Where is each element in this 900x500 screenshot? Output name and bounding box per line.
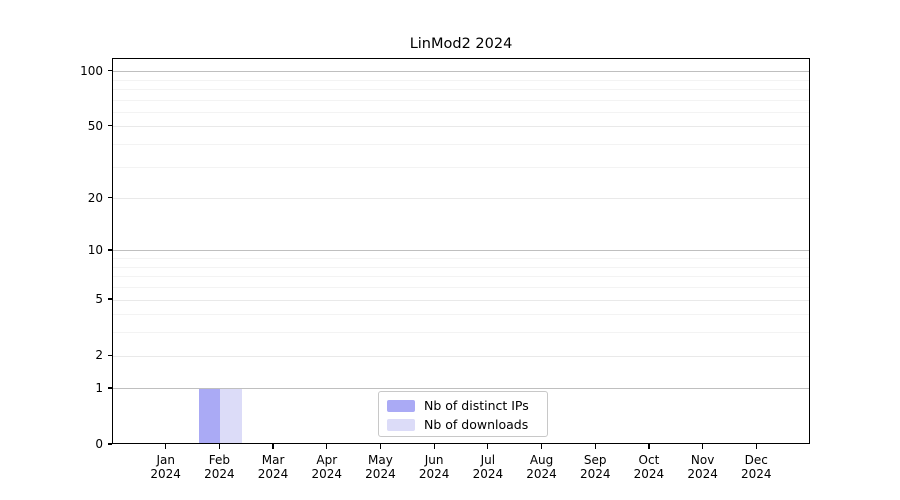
gridline-y-5 bbox=[113, 299, 809, 301]
x-tick-year: 2024 bbox=[365, 467, 396, 481]
y-tick-label-5: 5 bbox=[95, 292, 103, 307]
gridline-y-80 bbox=[113, 88, 809, 90]
x-tick-month: Nov bbox=[690, 453, 715, 467]
gridline-y-60 bbox=[113, 111, 809, 113]
plot-area bbox=[112, 58, 810, 444]
x-tick-month: Aug bbox=[529, 453, 554, 467]
x-tick-label-1: Feb 2024 bbox=[189, 453, 249, 481]
y-tick-mark-100 bbox=[107, 69, 112, 72]
x-tick-label-7: Aug 2024 bbox=[512, 453, 572, 481]
x-tick-month: Jun bbox=[424, 453, 444, 467]
gridline-y-4 bbox=[113, 314, 809, 316]
x-tick-year: 2024 bbox=[526, 467, 557, 481]
x-tick-month: Jul bbox=[480, 453, 496, 467]
gridline-y-30 bbox=[113, 166, 809, 168]
gridline-y-100 bbox=[113, 71, 809, 73]
legend-label-downloads: Nb of downloads bbox=[424, 417, 529, 432]
bar-downloads-1 bbox=[220, 388, 242, 443]
x-tick-year: 2024 bbox=[741, 467, 772, 481]
x-tick-mark-7 bbox=[540, 444, 543, 449]
y-tick-label-0: 0 bbox=[95, 437, 103, 451]
y-tick-mark-1 bbox=[107, 387, 112, 389]
gridline-y-9 bbox=[113, 258, 809, 260]
x-tick-label-9: Oct 2024 bbox=[619, 453, 679, 481]
x-tick-month: Apr bbox=[316, 453, 338, 467]
x-tick-year: 2024 bbox=[150, 467, 181, 481]
x-tick-mark-8 bbox=[594, 444, 596, 449]
y-tick-label-1: 1 bbox=[95, 380, 103, 395]
legend-item-distinct-ips: Nb of distinct IPs bbox=[387, 396, 539, 415]
y-tick-mark-50 bbox=[107, 125, 112, 127]
x-tick-label-10: Nov 2024 bbox=[673, 453, 733, 481]
x-tick-mark-1 bbox=[218, 444, 220, 449]
legend-label-distinct-ips: Nb of distinct IPs bbox=[424, 398, 529, 413]
x-tick-mark-0 bbox=[165, 444, 167, 449]
x-tick-label-0: Jan 2024 bbox=[136, 453, 196, 481]
x-tick-month: Oct bbox=[638, 453, 660, 467]
x-tick-mark-9 bbox=[648, 444, 650, 449]
y-tick-label-100: 100 bbox=[80, 63, 103, 78]
bar-distinct-ips-1 bbox=[198, 388, 221, 443]
y-tick-mark-2 bbox=[107, 354, 112, 356]
x-tick-mark-4 bbox=[379, 444, 382, 449]
x-tick-mark-10 bbox=[702, 444, 704, 449]
figure: LinMod2 2024 0 1 2 5 10 20 50 100 Jan 2024 Feb 2024… bbox=[0, 0, 900, 500]
x-tick-year: 2024 bbox=[418, 467, 450, 481]
x-tick-label-3: Apr 2024 bbox=[297, 453, 357, 481]
x-tick-label-2: Mar 2024 bbox=[243, 453, 303, 481]
legend-item-downloads: Nb of downloads bbox=[387, 415, 539, 434]
x-tick-mark-3 bbox=[326, 444, 328, 449]
x-tick-year: 2024 bbox=[311, 467, 343, 481]
x-tick-year: 2024 bbox=[687, 467, 718, 481]
gridline-y-6 bbox=[113, 287, 809, 289]
gridline-y-50 bbox=[113, 126, 809, 128]
x-tick-label-6: Jul 2024 bbox=[458, 453, 518, 481]
gridline-y-10 bbox=[113, 250, 809, 252]
y-tick-mark-0 bbox=[107, 443, 112, 445]
x-tick-month: Dec bbox=[744, 453, 768, 467]
y-tick-mark-5 bbox=[107, 298, 112, 300]
x-tick-month: May bbox=[368, 453, 393, 467]
y-tick-label-2: 2 bbox=[95, 348, 103, 363]
gridline-y-3 bbox=[113, 332, 809, 334]
gridline-y-8 bbox=[113, 266, 809, 268]
x-tick-year: 2024 bbox=[204, 467, 235, 481]
x-tick-mark-11 bbox=[755, 444, 757, 449]
x-tick-label-5: Jun 2024 bbox=[404, 453, 464, 481]
x-tick-mark-5 bbox=[433, 444, 435, 449]
x-tick-year: 2024 bbox=[579, 467, 611, 481]
legend: Nb of distinct IPs Nb of downloads bbox=[378, 391, 548, 437]
x-tick-month: Jan bbox=[156, 453, 175, 467]
gridline-y-7 bbox=[113, 276, 809, 278]
y-tick-label-10: 10 bbox=[87, 242, 103, 257]
legend-swatch-downloads-icon bbox=[387, 418, 415, 431]
y-tick-mark-10 bbox=[107, 249, 112, 251]
x-tick-month: Feb bbox=[208, 453, 230, 467]
y-tick-label-20: 20 bbox=[87, 190, 103, 205]
gridline-y-70 bbox=[113, 99, 809, 101]
x-tick-label-11: Dec 2024 bbox=[726, 453, 786, 481]
x-tick-month: Sep bbox=[583, 453, 607, 467]
x-tick-year: 2024 bbox=[472, 467, 504, 481]
x-tick-mark-6 bbox=[487, 444, 489, 449]
legend-swatch-distinct-ips-icon bbox=[387, 399, 415, 412]
x-tick-label-4: May 2024 bbox=[350, 453, 410, 481]
gridline-y-90 bbox=[113, 79, 809, 81]
x-tick-mark-2 bbox=[272, 444, 274, 449]
x-tick-year: 2024 bbox=[257, 467, 289, 481]
y-tick-mark-20 bbox=[107, 197, 112, 199]
x-tick-year: 2024 bbox=[633, 467, 665, 481]
x-tick-label-8: Sep 2024 bbox=[565, 453, 625, 481]
gridline-y-40 bbox=[113, 144, 809, 146]
gridline-y-20 bbox=[113, 198, 809, 200]
x-tick-month: Mar bbox=[261, 453, 285, 467]
chart-title: LinMod2 2024 bbox=[409, 36, 513, 52]
y-tick-label-50: 50 bbox=[87, 118, 103, 133]
gridline-y-2 bbox=[113, 355, 809, 357]
